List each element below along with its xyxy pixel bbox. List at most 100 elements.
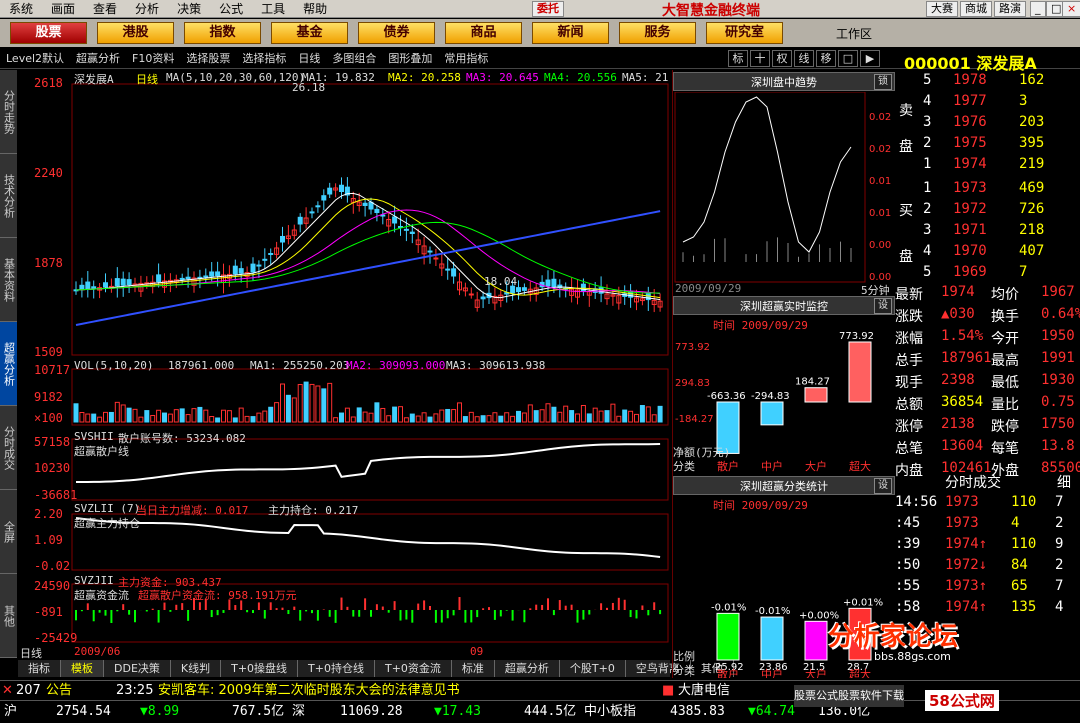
volume-bar <box>126 407 132 423</box>
tb-move[interactable]: 移 <box>816 50 836 67</box>
tab-t0-flow[interactable]: T+0资金流 <box>375 660 452 677</box>
app-brand: 大智慧金融终端 <box>662 3 760 19</box>
vol-axis-1: 9182 <box>34 390 63 404</box>
high-label: 26.18 <box>292 81 326 94</box>
tb-f10[interactable]: F10资料 <box>126 50 180 66</box>
tab-dde[interactable]: DDE决策 <box>104 660 171 677</box>
tb-cross[interactable]: 十 <box>750 50 770 67</box>
menu-tools[interactable]: 工具 <box>252 0 294 17</box>
tb-line[interactable]: 线 <box>794 50 814 67</box>
btn-service[interactable]: 服务 <box>619 22 696 44</box>
nav-ticks[interactable]: 分时成交 <box>0 406 17 490</box>
mall-button[interactable]: 商城 <box>960 1 992 17</box>
tab-t0-hold[interactable]: T+0持仓线 <box>298 660 375 677</box>
tb-rights[interactable]: 权 <box>772 50 792 67</box>
tb-daily[interactable]: 日线 <box>292 50 326 66</box>
tab-kline[interactable]: K线判 <box>171 660 222 677</box>
btn-hk[interactable]: 港股 <box>97 22 174 44</box>
bottom-tabs: 指标 模板 DDE决策 K线判 T+0操盘线 T+0持仓线 T+0资金流 标准 … <box>18 660 734 677</box>
volume-bar <box>215 417 221 423</box>
candle-body <box>380 214 386 217</box>
menu-decision[interactable]: 决策 <box>168 0 210 17</box>
tb-select-indicator[interactable]: 选择指标 <box>236 50 292 66</box>
news-ticker[interactable]: ✕ 207 公告 23:25 安凯客车: 2009年第二次临时股东大会的法律意见… <box>0 680 1080 700</box>
tab-template[interactable]: 模板 <box>61 660 104 677</box>
stat-value: 36854 <box>941 394 984 410</box>
menu-formula[interactable]: 公式 <box>210 0 252 17</box>
nav-super[interactable]: 超赢分析 <box>0 322 17 406</box>
menu-bar: 系统 画面 查看 分析 决策 公式 工具 帮助 委托 大智慧金融终端 大赛 商城… <box>0 0 1080 19</box>
stats-bar-cat-0: 散户 <box>717 667 739 678</box>
ticker-right[interactable]: 大唐电信 <box>678 681 730 700</box>
tab-indicator[interactable]: 指标 <box>18 660 61 677</box>
close-button[interactable]: × <box>1062 1 1080 17</box>
contest-button[interactable]: 大赛 <box>926 1 958 17</box>
idx-sh-amount: 767.5亿 <box>232 704 285 719</box>
close-x-icon[interactable]: ✕ <box>2 681 13 700</box>
monitor-setting-button[interactable]: 设 <box>874 298 892 314</box>
btn-bond[interactable]: 债券 <box>358 22 435 44</box>
roadshow-button[interactable]: 路演 <box>994 1 1026 17</box>
tb-box[interactable]: □ <box>838 50 858 67</box>
minimize-button[interactable]: _ <box>1030 1 1046 17</box>
stats-bar-cat-2: 大户 <box>805 667 827 678</box>
menu-analysis[interactable]: 分析 <box>126 0 168 17</box>
menu-system[interactable]: 系统 <box>0 0 42 17</box>
ticker-text[interactable]: 安凯客车: 2009年第二次临时股东大会的法律意见书 <box>158 681 460 700</box>
tb-play[interactable]: ▶ <box>860 50 880 67</box>
tb-multi[interactable]: 多图组合 <box>326 50 382 66</box>
stats-setting-button[interactable]: 设 <box>874 478 892 494</box>
nav-technical[interactable]: 技术分析 <box>0 154 17 238</box>
ma120-line <box>75 210 661 326</box>
btn-index[interactable]: 指数 <box>184 22 261 44</box>
menu-screen[interactable]: 画面 <box>42 0 84 17</box>
buy-volume: 469 <box>1019 180 1045 196</box>
tab-stock-t0[interactable]: 个股T+0 <box>560 660 626 677</box>
chart-area[interactable]: 深发展A 日线 MA(5,10,20,30,60,120) MA1: 19.83… <box>18 70 670 660</box>
tb-level2[interactable]: Level2默认 <box>0 50 70 66</box>
svsh-line <box>75 443 661 483</box>
candle-body <box>120 278 126 286</box>
sell-volume: 162 <box>1019 72 1045 88</box>
tb-overlay[interactable]: 图形叠加 <box>382 50 438 66</box>
volume-bar <box>575 413 580 423</box>
btn-research[interactable]: 研究室 <box>706 22 783 44</box>
candle-body <box>232 265 238 275</box>
vol-axis-2: ×100 <box>34 411 63 425</box>
btn-news[interactable]: 新闻 <box>532 22 609 44</box>
price-axis-2: 1878 <box>34 256 63 270</box>
trend-chart[interactable]: 0.020.020.010.010.000.00 <box>673 92 895 292</box>
pane-frame <box>71 368 669 426</box>
menu-help[interactable]: 帮助 <box>294 0 336 17</box>
entrust-button[interactable]: 委托 <box>532 1 564 17</box>
menu-view[interactable]: 查看 <box>84 0 126 17</box>
workspace-label[interactable]: 工作区 <box>836 25 872 42</box>
nav-other[interactable]: 其他 <box>0 574 17 658</box>
tab-t0-trade[interactable]: T+0操盘线 <box>221 660 299 677</box>
stat-label: 涨跌 <box>895 309 923 325</box>
tab-super[interactable]: 超赢分析 <box>495 660 560 677</box>
btn-fund[interactable]: 基金 <box>271 22 348 44</box>
stats-bar-cat-3: 超大 <box>849 667 871 678</box>
ticker-time: 23:25 <box>116 683 154 698</box>
tb-mark[interactable]: 标 <box>728 50 748 67</box>
stat-label: 均价 <box>991 287 1019 303</box>
svzj-axis-1: -891 <box>34 605 63 619</box>
tick-volume: 65 <box>1011 578 1028 594</box>
nav-intraday[interactable]: 分时走势 <box>0 70 17 154</box>
svzl-label1: 当日主力增减: 0.017 <box>136 504 249 517</box>
tab-standard[interactable]: 标准 <box>452 660 495 677</box>
nav-basic[interactable]: 基本资料 <box>0 238 17 322</box>
tb-select-stock[interactable]: 选择股票 <box>180 50 236 66</box>
vol-ma3: MA3: 309613.938 <box>446 359 546 372</box>
stat-label: 换手 <box>991 309 1019 325</box>
nav-fullscreen[interactable]: 全屏 <box>0 490 17 574</box>
tb-super[interactable]: 超赢分析 <box>70 50 126 66</box>
btn-stock[interactable]: 股票 <box>10 22 87 44</box>
btn-commodity[interactable]: 商品 <box>445 22 522 44</box>
stat-label: 涨停 <box>895 419 923 435</box>
volume-bar <box>185 414 191 423</box>
tb-common[interactable]: 常用指标 <box>438 50 494 66</box>
trend-lock-button[interactable]: 锁 <box>874 74 892 90</box>
stat-value: 1930 <box>1041 372 1075 388</box>
